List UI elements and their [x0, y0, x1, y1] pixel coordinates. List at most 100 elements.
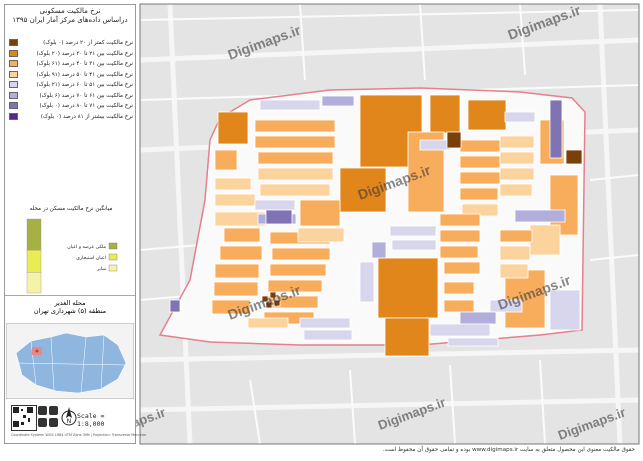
scale-label: Scale = 1:8,000 — [77, 412, 105, 428]
chart-bars — [26, 218, 42, 294]
north-arrow-icon: N — [61, 407, 77, 426]
city-block — [443, 299, 475, 313]
legend-swatch — [9, 112, 18, 120]
city-block — [439, 213, 481, 227]
locator-subtitle: منطقه (۵) شهرداری تهران — [33, 307, 107, 315]
city-block — [213, 281, 259, 297]
city-block — [429, 94, 461, 134]
city-block — [254, 119, 336, 133]
locator-header: محله الغدیر منطقه (۵) شهرداری تهران — [5, 295, 135, 324]
city-block — [389, 225, 437, 237]
legend-label: نرخ مالکیت بین ۴۱ تا ۵۰ درصد (۹۱ بلوک) — [36, 71, 133, 78]
city-block — [214, 149, 238, 171]
city-block — [391, 239, 437, 251]
legend-item: نرخ مالکیت بیشتر از ۸۱ درصد (۰ بلوک) — [9, 112, 133, 123]
copyright-footer: حقوق مالکیت معنوی این محصول متعلق به سای… — [382, 447, 635, 453]
chart-segment — [26, 272, 42, 294]
city-block — [443, 261, 481, 275]
city-block — [359, 261, 375, 303]
city-block — [419, 139, 451, 151]
city-block — [549, 289, 581, 331]
city-block — [271, 247, 331, 261]
city-block — [371, 241, 387, 259]
legend-panel: نرخ مالکیت مسکونی دراساس داده‌های مرکز آ… — [4, 4, 146, 444]
city-block — [499, 151, 535, 165]
city-block — [259, 99, 321, 111]
city-block — [429, 323, 491, 337]
chart-legend-swatch — [108, 264, 118, 272]
city-block — [499, 263, 529, 279]
city-block — [439, 229, 481, 243]
city-block — [219, 245, 263, 261]
legend-item: نرخ مالکیت کمتر از ۲۰ درصد (۰ بلوک) — [9, 38, 133, 49]
legend-swatch — [9, 81, 18, 88]
chart-legend: ملکی عرصه و اعیان اعیان استیجاری سایر — [67, 242, 118, 272]
city-block — [499, 167, 535, 181]
city-block — [459, 139, 501, 153]
city-block — [299, 317, 351, 329]
legend-label: نرخ مالکیت کمتر از ۲۰ درصد (۰ بلوک) — [43, 40, 133, 46]
city-block — [504, 111, 536, 123]
chart-legend-swatch — [108, 253, 118, 261]
city-block — [499, 229, 533, 243]
city-block — [214, 263, 260, 279]
legend-title: نرخ مالکیت مسکونی دراساس داده‌های مرکز آ… — [7, 7, 133, 25]
chart-title: میانگین نرخ مالکیت مسکن در محله — [29, 206, 113, 212]
city-block — [257, 151, 334, 165]
legend-label: نرخ مالکیت بین ۶۱ تا ۷۰ درصد (۶ بلوک) — [39, 92, 133, 99]
chart-legend-label: ملکی عرصه و اعیان — [67, 244, 106, 250]
city-block — [499, 135, 535, 149]
social-icons — [37, 405, 59, 429]
chart-legend-label: سایر — [96, 267, 106, 272]
chart-segment — [26, 249, 42, 273]
chart-legend-label: اعیان استیجاری — [76, 256, 106, 261]
city-block — [499, 183, 533, 197]
qr-code-icon — [13, 407, 33, 427]
legend-item: نرخ مالکیت بین ۴۱ تا ۵۰ درصد (۹۱ بلوک) — [9, 70, 133, 81]
city-block — [303, 329, 353, 341]
city-block — [467, 99, 507, 131]
city-block — [214, 193, 256, 207]
city-block — [257, 167, 334, 181]
city-block — [549, 99, 563, 159]
city-block — [443, 281, 475, 295]
legend-label: نرخ مالکیت بین ۵۱ تا ۶۰ درصد (۲۱ بلوک) — [36, 82, 133, 88]
legend-label: نرخ مالکیت بین ۲۱ تا ۳۰ درصد (۲۰ بلوک) — [36, 50, 133, 57]
north-letter: N — [67, 418, 72, 425]
city-block — [459, 171, 501, 185]
social-icon — [38, 406, 58, 427]
city-block — [259, 183, 331, 197]
city-block — [514, 209, 566, 223]
chart-legend-swatch — [108, 242, 118, 250]
city-block — [169, 299, 181, 313]
legend-title-line1: نرخ مالکیت مسکونی — [39, 7, 101, 15]
city-block — [529, 224, 561, 256]
legend-swatch — [9, 60, 18, 67]
city-block — [247, 317, 289, 329]
locator-map — [6, 323, 134, 399]
city-block — [214, 211, 266, 227]
city-block — [321, 95, 355, 107]
legend-swatch — [9, 102, 18, 109]
city-block — [565, 149, 583, 165]
legend-swatch — [9, 49, 18, 57]
city-block — [499, 245, 531, 261]
city-block — [446, 131, 462, 149]
city-block — [377, 257, 439, 319]
city-block — [459, 311, 497, 325]
legend-label: نرخ مالکیت بین ۷۱ تا ۸۰ درصد (۰ بلوک) — [39, 103, 133, 109]
city-block — [254, 199, 296, 211]
city-block — [214, 177, 252, 191]
city-block — [223, 227, 261, 243]
city-block — [269, 263, 327, 277]
legend-title-line2: دراساس داده‌های مرکز آمار ایران ۱۳۹۵ — [12, 16, 128, 24]
coordinate-credit: Coordinate System: WGS 1984 UTM Zone 39N… — [11, 433, 147, 437]
legend-swatch — [9, 39, 18, 46]
city-block — [447, 337, 499, 347]
city-block — [254, 135, 336, 149]
ownership-chart: ملکی عرصه و اعیان اعیان استیجاری سایر — [26, 218, 118, 294]
city-block — [384, 317, 430, 357]
qr-code — [11, 405, 37, 431]
city-block — [217, 111, 249, 145]
chart-segment — [26, 218, 42, 251]
